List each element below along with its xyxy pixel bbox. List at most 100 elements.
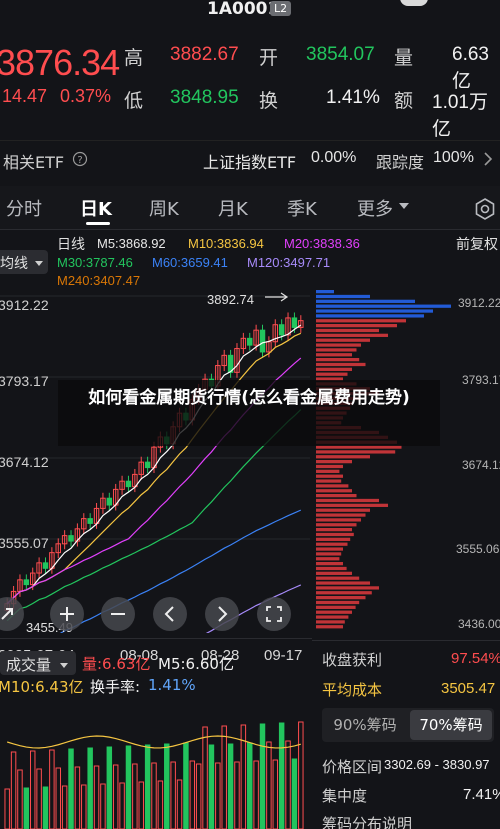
open-value: 3854.07 bbox=[306, 44, 375, 65]
turnover-label: 换 bbox=[259, 90, 279, 112]
ma10-label: M10:3836.94 bbox=[188, 236, 264, 251]
volume-bar bbox=[74, 766, 81, 829]
tab-quarterly-k[interactable]: 季K bbox=[287, 195, 317, 221]
volume-bar bbox=[247, 742, 253, 829]
chip-bar bbox=[316, 484, 349, 488]
volume-bar bbox=[112, 764, 119, 829]
volume-bar bbox=[195, 763, 202, 829]
ma-selector-label: 均线 bbox=[0, 256, 28, 272]
volume-bar bbox=[49, 749, 55, 829]
chip-bar bbox=[316, 600, 360, 605]
turnover-rate-label: 换手率: bbox=[90, 678, 141, 696]
volume-bar bbox=[36, 768, 42, 829]
volume-bar bbox=[42, 786, 49, 829]
info-icon[interactable]: ? bbox=[72, 151, 88, 167]
volume-bar bbox=[17, 769, 23, 829]
adjust-label[interactable]: 前复权 bbox=[456, 234, 498, 254]
volume-bar bbox=[183, 742, 189, 829]
chip-bar bbox=[316, 358, 360, 362]
turnover-value: 1.41% bbox=[326, 87, 380, 108]
settings-icon[interactable] bbox=[472, 196, 498, 222]
high-marker: 3892.74 bbox=[207, 292, 254, 307]
volume-bar bbox=[10, 751, 17, 829]
chip-bar bbox=[316, 324, 397, 328]
top-bar: 1A0001 L2 bbox=[0, 0, 500, 22]
volume-bar bbox=[100, 783, 106, 829]
tab-intraday[interactable]: 分时 bbox=[6, 195, 42, 221]
ma30-label: M30:3787.46 bbox=[57, 255, 133, 270]
candle-body bbox=[247, 337, 253, 346]
chip-bar bbox=[316, 552, 342, 556]
volume-bar bbox=[4, 788, 10, 829]
volume-bar bbox=[81, 784, 87, 829]
right-axis-tick: 3555.06 bbox=[456, 542, 500, 556]
next-button[interactable] bbox=[205, 597, 239, 631]
candle-body bbox=[87, 518, 93, 524]
chip-bar bbox=[316, 469, 340, 473]
prev-button[interactable] bbox=[153, 597, 187, 631]
chip-bar bbox=[316, 596, 366, 600]
chevron-right-icon[interactable] bbox=[482, 150, 494, 168]
volume-bar bbox=[285, 740, 291, 829]
volume-value: 6.63亿 bbox=[452, 44, 489, 92]
volume-bar bbox=[138, 781, 144, 829]
chip-bar bbox=[316, 518, 361, 522]
chip-bar bbox=[316, 528, 352, 532]
y-axis-tick: 3912.22 bbox=[0, 297, 49, 313]
candle-body bbox=[68, 535, 74, 542]
active-tab-indicator bbox=[86, 222, 110, 225]
chip-bar bbox=[316, 348, 357, 352]
avg-cost-label: 平均成本 bbox=[322, 681, 383, 699]
concentration-label: 集中度 bbox=[322, 787, 368, 805]
chip-bar bbox=[316, 498, 379, 503]
chip-bar bbox=[316, 343, 361, 347]
amount-label: 额 bbox=[394, 90, 414, 112]
zoom-in-button[interactable] bbox=[50, 597, 84, 631]
article-title: 如何看金属期货行情(怎么看金属费用走势) bbox=[88, 388, 410, 408]
tab-daily-k[interactable]: 日K bbox=[80, 195, 112, 221]
price-range-value: 3302.69 - 3830.97 bbox=[384, 757, 490, 772]
fullscreen-button[interactable] bbox=[257, 597, 291, 631]
top-handle-icon[interactable] bbox=[400, 0, 428, 6]
volume-bar bbox=[144, 744, 151, 829]
tracking-label: 跟踪度 bbox=[376, 153, 425, 172]
caret-down-icon bbox=[59, 663, 68, 668]
seg-70-button[interactable]: 70%筹码 bbox=[410, 710, 492, 740]
high-label: 高 bbox=[124, 47, 144, 69]
volume-ma-line bbox=[7, 735, 301, 749]
chip-bar bbox=[316, 489, 352, 493]
chip-bar bbox=[316, 319, 406, 323]
turnover-rate-value: 1.41% bbox=[148, 676, 196, 694]
volume-bar bbox=[87, 747, 93, 829]
ma-selector-button[interactable]: 均线 bbox=[0, 250, 48, 274]
volume-bar bbox=[157, 780, 164, 829]
volume-bar bbox=[266, 741, 272, 829]
ma240-label: M240:3407.47 bbox=[57, 273, 141, 288]
zoom-out-button[interactable] bbox=[0, 597, 24, 631]
tab-more[interactable]: 更多 bbox=[357, 195, 393, 221]
etf-name[interactable]: 上证指数ETF bbox=[203, 149, 296, 173]
tab-weekly-k[interactable]: 周K bbox=[149, 195, 179, 221]
candle-body bbox=[106, 497, 113, 506]
divider bbox=[312, 640, 500, 641]
volume-bar bbox=[125, 745, 132, 829]
volume-bar bbox=[170, 761, 176, 829]
chip-bar bbox=[316, 586, 379, 590]
chip-bar bbox=[316, 372, 348, 376]
y-axis-tick: 3793.17 bbox=[0, 373, 49, 389]
related-etf-row[interactable]: 相关ETF ? 上证指数ETF 0.00% 跟踪度 100% bbox=[0, 140, 500, 176]
x-axis-date: 09-17 bbox=[264, 647, 303, 664]
tab-monthly-k[interactable]: 月K bbox=[218, 195, 248, 221]
chip-bar bbox=[316, 353, 352, 357]
volume-bar bbox=[189, 760, 196, 829]
chip-bar bbox=[316, 479, 342, 483]
volume-bar bbox=[291, 758, 298, 829]
volume-bar bbox=[68, 748, 74, 829]
volume-bar bbox=[298, 721, 304, 829]
profit-label: 收盘获利 bbox=[322, 651, 383, 669]
distribution-label[interactable]: 筹码分布说明 bbox=[322, 813, 412, 829]
ma60-label: M60:3659.41 bbox=[152, 255, 228, 270]
seg-90-button[interactable]: 90%筹码 bbox=[324, 710, 406, 740]
indicator-selector-button[interactable]: 成交量 bbox=[0, 651, 76, 675]
zoom-minus-button[interactable] bbox=[101, 597, 135, 631]
